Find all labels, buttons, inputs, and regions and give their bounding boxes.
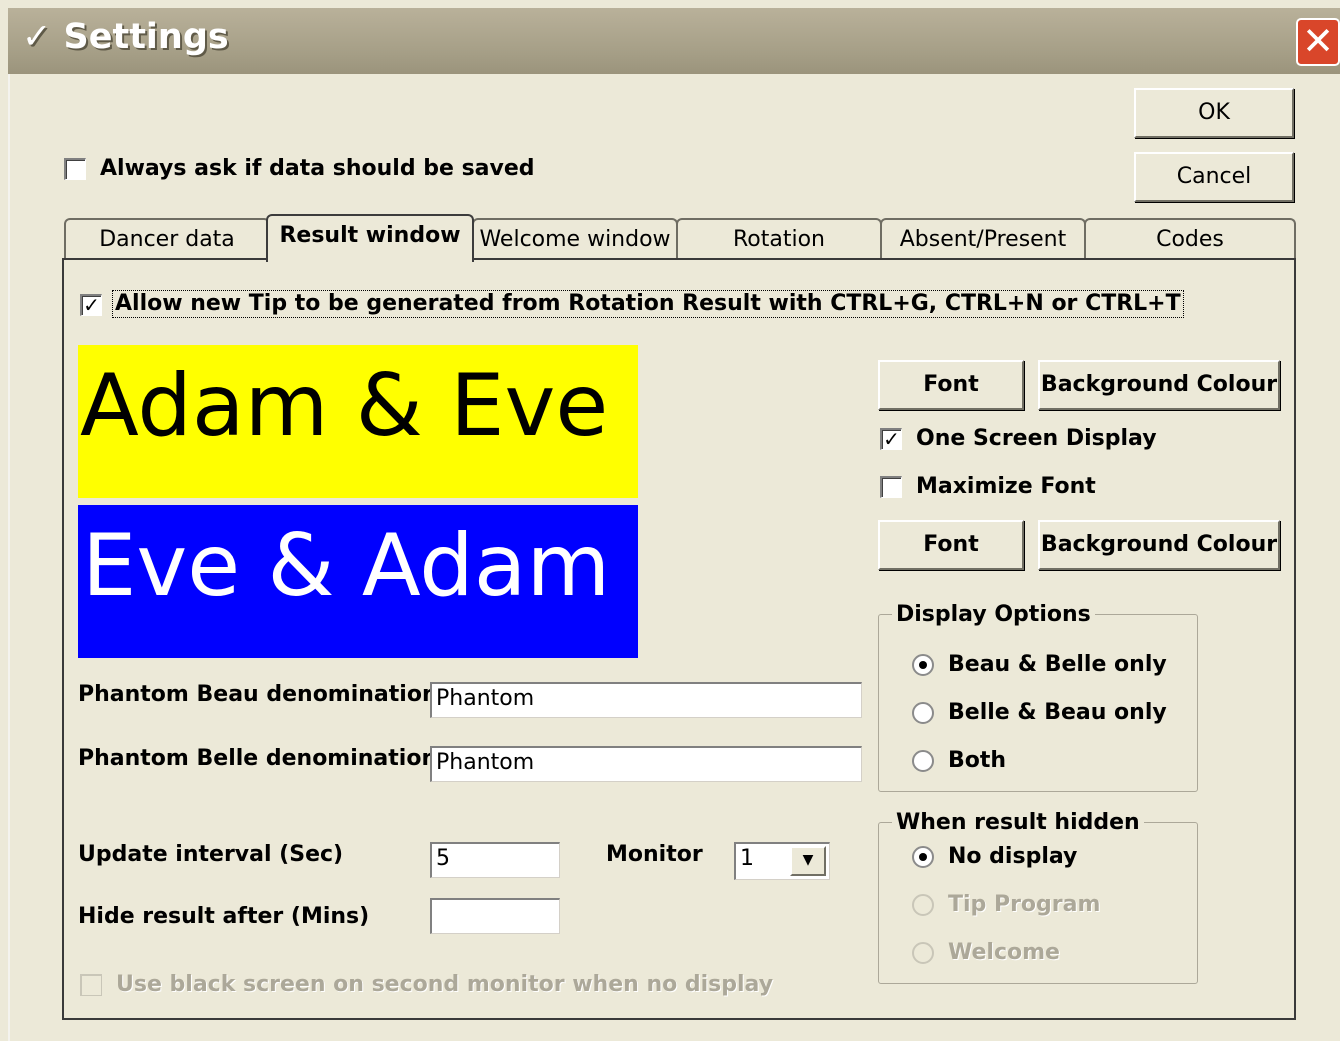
phantom-belle-field[interactable]: Phantom — [430, 746, 862, 782]
one-screen-label: One Screen Display — [916, 426, 1157, 451]
radio-beau-belle-label: Beau & Belle only — [948, 652, 1167, 677]
close-icon: ✕ — [1302, 19, 1334, 63]
allow-new-tip-checkbox[interactable]: ✓ — [80, 294, 102, 316]
tab-result-window[interactable]: Result window — [266, 214, 474, 262]
cancel-button[interactable]: Cancel — [1134, 152, 1294, 202]
hide-result-label: Hide result after (Mins) — [78, 904, 370, 929]
black-screen-checkbox[interactable] — [80, 974, 102, 996]
background-colour-button-top[interactable]: Background Colour — [1038, 360, 1280, 410]
background-colour-button-bottom[interactable]: Background Colour — [1038, 520, 1280, 570]
check-icon: ✓ — [22, 17, 52, 57]
font-button-top[interactable]: Font — [878, 360, 1024, 410]
phantom-beau-field[interactable]: Phantom — [430, 682, 862, 718]
radio-welcome[interactable] — [912, 942, 934, 964]
tab-dancer-data[interactable]: Dancer data — [64, 218, 270, 262]
close-button[interactable]: ✕ — [1296, 18, 1340, 66]
radio-belle-beau[interactable] — [912, 702, 934, 724]
hide-result-field[interactable] — [430, 898, 560, 934]
radio-beau-belle[interactable] — [912, 654, 934, 676]
ok-button[interactable]: OK — [1134, 88, 1294, 138]
tab-absent-present[interactable]: Absent/Present — [880, 218, 1086, 262]
when-hidden-title: When result hidden — [892, 812, 1144, 834]
always-ask-checkbox[interactable] — [64, 158, 86, 180]
tab-codes[interactable]: Codes — [1084, 218, 1296, 262]
radio-both-label: Both — [948, 748, 1007, 773]
monitor-label: Monitor — [606, 842, 703, 867]
preview-bottom: Eve & Adam — [78, 505, 638, 658]
maximize-font-checkbox[interactable] — [880, 476, 902, 498]
phantom-belle-label: Phantom Belle denomination — [78, 746, 438, 771]
radio-belle-beau-label: Belle & Beau only — [948, 700, 1167, 725]
phantom-beau-label: Phantom Beau denomination — [78, 682, 438, 707]
black-screen-label: Use black screen on second monitor when … — [116, 972, 774, 997]
update-interval-label: Update interval (Sec) — [78, 842, 344, 867]
radio-both[interactable] — [912, 750, 934, 772]
tab-welcome-window[interactable]: Welcome window — [472, 218, 678, 262]
update-interval-field[interactable]: 5 — [430, 842, 560, 878]
chevron-down-icon[interactable]: ▼ — [790, 846, 826, 876]
window-title: ✓ Settings — [22, 20, 229, 55]
preview-top: Adam & Eve — [78, 345, 638, 498]
monitor-select-value: 1 — [740, 846, 754, 871]
one-screen-checkbox[interactable]: ✓ — [880, 428, 902, 450]
radio-welcome-label: Welcome — [948, 940, 1060, 965]
window-title-text: Settings — [63, 17, 229, 57]
always-ask-label: Always ask if data should be saved — [100, 156, 535, 181]
font-button-bottom[interactable]: Font — [878, 520, 1024, 570]
maximize-font-label: Maximize Font — [916, 474, 1096, 499]
radio-tip-program[interactable] — [912, 894, 934, 916]
allow-new-tip-label: Allow new Tip to be generated from Rotat… — [112, 290, 1184, 318]
radio-tip-program-label: Tip Program — [948, 892, 1101, 917]
radio-no-display[interactable] — [912, 846, 934, 868]
tab-rotation[interactable]: Rotation — [676, 218, 882, 262]
radio-no-display-label: No display — [948, 844, 1078, 869]
display-options-title: Display Options — [892, 604, 1095, 626]
